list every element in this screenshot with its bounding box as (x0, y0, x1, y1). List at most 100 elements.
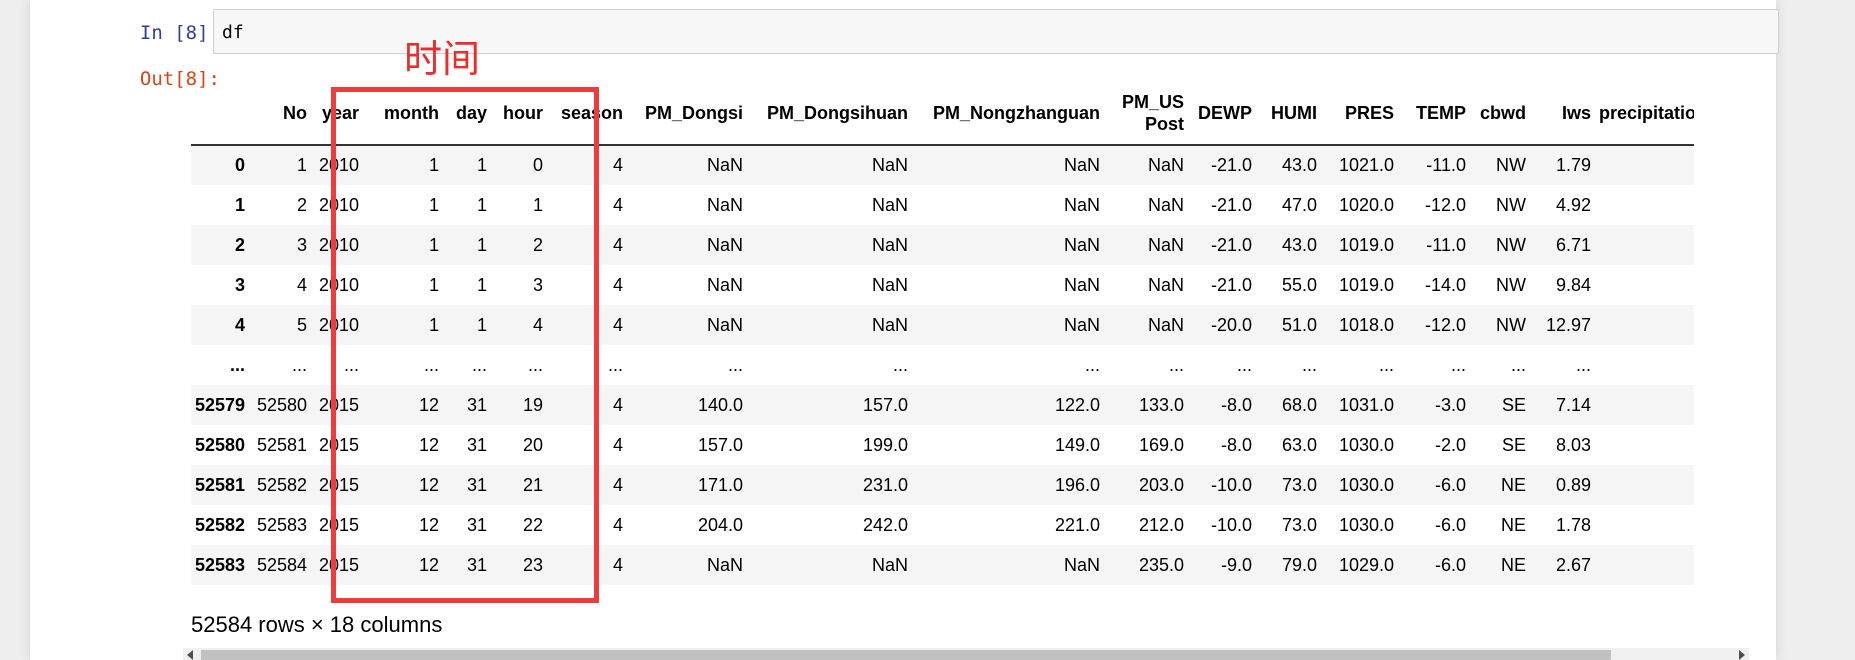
table-cell: ... (1450, 354, 1466, 375)
table-cell: 157.0 (862, 394, 908, 415)
row-index-cell: 52583 (194, 554, 245, 575)
table-cell: 235.0 (1138, 554, 1184, 575)
table-cell: -9.0 (1220, 554, 1252, 575)
table-row: 3 4 2010 1 1 3 4 NaN NaN NaN NaN -21.0 55.0 1019.0 -14… (191, 265, 1694, 305)
column-header-3: month (367, 82, 447, 146)
table-cell: NaN (706, 274, 743, 295)
table-cell: 47.0 (1281, 194, 1317, 215)
code-text[interactable]: df (222, 22, 244, 43)
row-index-cell: 52582 (194, 514, 245, 535)
table-cell: ... (1301, 354, 1317, 375)
table-cell: NaN (1063, 155, 1100, 175)
row-index-cell: 3 (234, 274, 245, 295)
table-cell (1599, 425, 1694, 465)
table-body: 0 1 2010 1 1 0 4 NaN NaN NaN NaN -21.0 43.0 1021.0 -11… (191, 145, 1694, 585)
scroll-right-arrow-icon[interactable] (1739, 650, 1745, 660)
table-cell: 1 (428, 234, 439, 255)
table-cell: 1 (476, 194, 487, 215)
table-cell: 43.0 (1281, 234, 1317, 255)
table-cell: NW (1496, 234, 1526, 255)
table-cell: 1 (428, 155, 439, 175)
table-cell: 1 (476, 274, 487, 295)
table-row: 52583 52584 2015 12 31 23 4 NaN NaN NaN 235.0 -9.0 7… (191, 545, 1694, 585)
column-header-11: DEWP (1192, 82, 1260, 146)
column-header-12: HUMI (1260, 82, 1325, 146)
table-cell: 1030.0 (1338, 434, 1394, 455)
table-cell: 31 (466, 394, 487, 415)
column-header-9: PM_Nongzhanguan (916, 82, 1108, 146)
table-cell: 199.0 (862, 434, 908, 455)
column-header-13: PRES (1325, 82, 1402, 146)
table-row: 52582 52583 2015 12 31 22 4 204.0 242.0 221.0 212.… (191, 505, 1694, 545)
table-cell: 133.0 (1138, 394, 1184, 415)
table-cell: ... (423, 354, 439, 375)
row-index-cell: 4 (234, 314, 245, 335)
table-cell: NE (1500, 474, 1526, 495)
table-cell: NaN (871, 234, 908, 255)
table-cell: NaN (871, 274, 908, 295)
table-cell: NaN (706, 194, 743, 215)
table-cell: NE (1500, 554, 1526, 575)
table-cell: 122.0 (1054, 394, 1100, 415)
table-cell: -6.0 (1434, 514, 1466, 535)
table-cell: 1.79 (1555, 155, 1591, 175)
table-cell: -21.0 (1210, 155, 1252, 175)
table-cell: 52582 (256, 474, 307, 495)
table-cell: 73.0 (1281, 514, 1317, 535)
table-cell: 231.0 (862, 474, 908, 495)
table-cell: 21 (522, 474, 543, 495)
table-cell: 1 (428, 194, 439, 215)
scroll-left-arrow-icon[interactable] (187, 650, 193, 660)
table-cell: NW (1496, 194, 1526, 215)
table-cell: 52584 (256, 554, 307, 575)
table-cell: 1 (428, 274, 439, 295)
table-cell (1599, 465, 1694, 505)
row-index-cell: 1 (234, 194, 245, 215)
table-cell: 1031.0 (1338, 394, 1394, 415)
table-cell: 8.03 (1555, 434, 1591, 455)
table-cell: 140.0 (697, 394, 743, 415)
table-cell: 51.0 (1281, 314, 1317, 335)
column-header-4: day (447, 82, 495, 146)
table-cell: 20 (522, 434, 543, 455)
row-index-cell: 2 (234, 234, 245, 255)
table-cell: -8.0 (1220, 394, 1252, 415)
table-cell (1599, 185, 1694, 225)
table-cell (1599, 145, 1694, 185)
table-cell: 19 (522, 394, 543, 415)
table-cell: 212.0 (1138, 514, 1184, 535)
table-cell: 4 (612, 554, 623, 575)
table-cell: ... (1084, 354, 1100, 375)
table-cell: 1018.0 (1338, 314, 1394, 335)
dataframe-shape-summary: 52584 rows × 18 columns (191, 612, 443, 637)
table-cell: -12.0 (1424, 314, 1466, 335)
table-cell: NaN (1063, 234, 1100, 255)
table-cell: 1029.0 (1338, 554, 1394, 575)
table-cell: 9.84 (1555, 274, 1591, 295)
horizontal-scrollbar[interactable] (183, 648, 1749, 660)
table-cell: 4 (612, 434, 623, 455)
table-cell: 12 (418, 474, 439, 495)
table-cell: -14.0 (1424, 274, 1466, 295)
table-cell: 196.0 (1054, 474, 1100, 495)
table-cell: ... (291, 354, 307, 375)
table-cell: NaN (706, 155, 743, 175)
table-cell: -21.0 (1210, 194, 1252, 215)
table-cell: 7.14 (1555, 394, 1591, 415)
table-cell: 203.0 (1138, 474, 1184, 495)
table-cell: -6.0 (1434, 474, 1466, 495)
table-cell: -21.0 (1210, 234, 1252, 255)
column-header-5: hour (495, 82, 551, 146)
table-cell: -2.0 (1434, 434, 1466, 455)
scrollbar-thumb[interactable] (201, 650, 1611, 660)
table-cell: 4 (612, 394, 623, 415)
table-cell: ... (471, 354, 487, 375)
table-cell: 55.0 (1281, 274, 1317, 295)
column-header-14: TEMP (1402, 82, 1474, 146)
table-cell: 1 (428, 314, 439, 335)
column-header-2: year (315, 82, 367, 146)
table-cell: NaN (1063, 194, 1100, 215)
table-cell: 1020.0 (1338, 194, 1394, 215)
table-cell: 68.0 (1281, 394, 1317, 415)
table-cell: -21.0 (1210, 274, 1252, 295)
